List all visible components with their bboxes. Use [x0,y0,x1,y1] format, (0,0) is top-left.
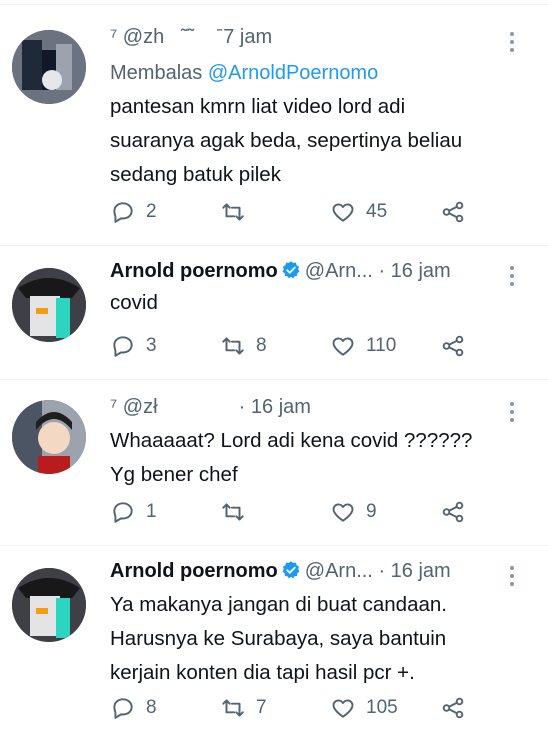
tweet-header: Arnold poernomo @Arn... · 16 jam [110,260,451,283]
like-button[interactable]: 45 [330,199,387,225]
tweet-text-line: sedang batuk pilek [110,163,281,186]
reply-count: 3 [146,335,157,356]
reply-button[interactable]: 8 [110,695,157,721]
share-button[interactable] [440,333,466,359]
share-button[interactable] [440,499,466,525]
tweet-time[interactable]: · 16 jam [239,396,311,418]
like-count: 105 [366,697,398,718]
tweet-text-line: covid [110,291,158,314]
reply-count: 1 [146,501,157,522]
share-button[interactable] [440,199,466,225]
share-button[interactable] [440,695,466,721]
tweet-header: Arnold poernomo @Arn... · 16 jam [110,560,451,583]
reply-button[interactable]: 3 [110,333,157,359]
divider [0,245,548,246]
like-button[interactable]: 110 [330,333,396,359]
divider [0,545,548,546]
heart-icon [332,503,354,522]
like-count: 110 [366,335,397,356]
avatar[interactable] [12,30,86,104]
replying-prefix: Membalas [110,62,203,84]
like-count: 9 [366,501,377,522]
more-options-icon[interactable] [510,28,514,56]
user-handle[interactable]: ⁷ @zh ˜˜ ˉ7 [110,26,234,48]
reply-button[interactable]: 2 [110,199,157,225]
share-icon [442,201,464,223]
share-icon [442,697,464,719]
divider [0,379,548,380]
tweet-text: Ya makanya jangan di buat candaan. Harus… [110,588,530,690]
tweet-time[interactable]: · 16 jam [378,560,450,582]
reply-count: 8 [146,697,157,718]
tweet-actions: 1 9 [110,499,530,529]
tweet-text: covid [110,286,530,320]
replying-to-handle[interactable]: @ArnoldPoernomo [208,62,378,84]
retweet-icon [222,503,244,521]
user-handle[interactable]: @Arn... [305,260,373,282]
tweet-actions: 2 45 [110,199,530,229]
verified-badge-icon [282,261,300,279]
retweet-count: 8 [256,335,267,356]
reply-count: 2 [146,201,157,222]
tweet-actions: 8 7 105 [110,695,530,725]
reply-icon [113,502,133,523]
like-button[interactable]: 9 [330,499,377,525]
tweet-header: ⁷ @zh ˜˜ ˉ7 jam [110,26,272,49]
heart-icon [332,337,354,356]
tweet-text: Whaaaaat? Lord adi kena covid ?????? Yg … [110,424,530,492]
share-icon [442,335,464,357]
replying-to: Membalas @ArnoldPoernomo [110,62,378,85]
heart-icon [332,699,354,718]
top-divider [0,4,548,5]
retweet-icon [222,337,244,355]
retweet-button[interactable]: 8 [220,333,267,359]
user-display-name[interactable]: Arnold poernomo [110,560,278,582]
tweet-text-line: suaranya agak beda, sepertinya beliau [110,129,463,152]
tweet-text-line: Yg bener chef [110,463,238,486]
user-handle[interactable]: ⁷ @zł [110,396,158,418]
retweet-icon [222,699,244,717]
retweet-count: 7 [256,697,267,718]
retweet-button[interactable]: 7 [220,695,267,721]
tweet-text: pantesan kmrn liat video lord adi suaran… [110,90,530,192]
tweet-text-line: Whaaaaat? Lord adi kena covid ?????? [110,429,473,452]
retweet-icon [222,203,244,221]
tweet-text-line: Harusnya ke Surabaya, saya bantuin [110,627,447,650]
retweet-button[interactable] [220,499,256,525]
more-options-icon[interactable] [510,398,514,426]
verified-badge-icon [282,561,300,579]
avatar[interactable] [12,268,86,342]
avatar[interactable] [12,568,86,642]
tweet-text-line: pantesan kmrn liat video lord adi [110,95,406,118]
reply-icon [113,202,133,223]
avatar[interactable] [12,400,86,474]
tweet-time[interactable]: · 16 jam [378,260,450,282]
retweet-button[interactable] [220,199,256,225]
reply-icon [113,698,133,719]
tweet-text-line: kerjain konten dia tapi hasil pcr +. [110,661,415,684]
tweet-actions: 3 8 110 [110,333,530,363]
tweet-time[interactable]: jam [240,26,272,48]
reply-button[interactable]: 1 [110,499,157,525]
like-button[interactable]: 105 [330,695,398,721]
tweet-header: ⁷ @zł · 16 jam [110,396,311,419]
more-options-icon[interactable] [510,562,514,590]
user-handle[interactable]: @Arn... [305,560,373,582]
tweet-text-line: Ya makanya jangan di buat candaan. [110,593,447,616]
share-icon [442,501,464,523]
like-count: 45 [366,201,388,222]
user-display-name[interactable]: Arnold poernomo [110,260,278,282]
heart-icon [332,203,354,222]
reply-icon [113,336,133,357]
